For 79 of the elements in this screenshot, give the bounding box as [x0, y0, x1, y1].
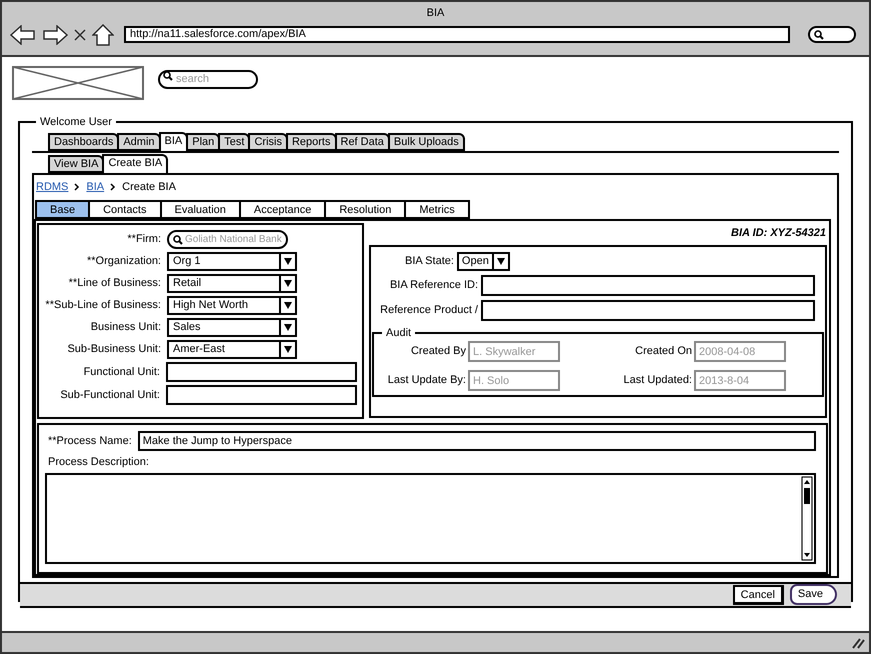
- tab[interactable]: Crisis: [248, 132, 288, 150]
- dropdown[interactable]: High Net Worth: [167, 296, 297, 315]
- tab[interactable]: Admin: [117, 132, 161, 150]
- tab[interactable]: Bulk Uploads: [388, 132, 465, 150]
- save-button[interactable]: Save: [790, 584, 837, 605]
- search-icon: [163, 71, 173, 81]
- tab[interactable]: Test: [218, 132, 250, 150]
- window-title: BIA: [426, 6, 444, 21]
- input-field[interactable]: [481, 274, 815, 296]
- scrollbar-icon: [801, 476, 813, 560]
- field-label: Last Updated:: [624, 373, 692, 388]
- caret-icon: [279, 276, 295, 291]
- dropdown[interactable]: Org 1: [167, 252, 297, 271]
- forward-icon[interactable]: [42, 24, 68, 44]
- address-field[interactable]: http://na11.salesforce.com/apex/BIA: [124, 26, 790, 43]
- resize-grip-icon: [851, 636, 865, 648]
- field-label: **Firm:: [126, 232, 161, 248]
- tab[interactable]: Ref Data: [334, 132, 390, 150]
- group-title: Welcome User: [39, 115, 113, 130]
- input-field: H. Solo: [468, 370, 560, 391]
- field-label: Business Unit:: [90, 320, 161, 336]
- search-icon: [814, 30, 824, 40]
- field-label: **Line of Business:: [68, 276, 161, 292]
- field-label: Created On: [635, 344, 692, 360]
- group-title: Audit: [385, 326, 412, 340]
- input-field: 2008-04-08: [694, 341, 786, 362]
- chevron-icon: [74, 182, 80, 191]
- dropdown[interactable]: Open: [456, 252, 510, 270]
- search-field[interactable]: [808, 26, 856, 43]
- input-field[interactable]: [481, 300, 815, 320]
- breadcrumb-link[interactable]: RDMS: [36, 178, 68, 195]
- field-label: **Sub-Line of Business:: [44, 298, 161, 314]
- field-label: BIA State:: [405, 254, 454, 269]
- tab[interactable]: Base: [35, 200, 90, 219]
- cancel-button[interactable]: Cancel: [732, 584, 784, 604]
- caret-icon: [279, 298, 295, 313]
- breadcrumb-current: Create BIA: [122, 180, 176, 194]
- caret-icon: [492, 254, 508, 268]
- dropdown[interactable]: Retail: [167, 274, 297, 293]
- back-icon[interactable]: [10, 24, 36, 44]
- record-id: BIA ID: XYZ-54321: [731, 226, 826, 241]
- chevron-icon: [110, 182, 116, 191]
- field-label: Sub-Business Unit:: [66, 342, 161, 358]
- search-field[interactable]: Goliath National Bank: [167, 230, 288, 249]
- tab[interactable]: Acceptance: [238, 200, 326, 219]
- field-label: Last Update By:: [388, 373, 466, 388]
- text-area[interactable]: [45, 472, 816, 564]
- field-label: Sub-Functional Unit:: [59, 388, 160, 403]
- field-label: BIA Reference ID:: [388, 278, 478, 293]
- tab[interactable]: Resolution: [324, 200, 406, 219]
- tab[interactable]: Contacts: [88, 200, 162, 219]
- field-label: Functional Unit:: [82, 364, 160, 380]
- search-icon: [173, 234, 183, 244]
- tab[interactable]: Dashboards: [48, 132, 120, 150]
- breadcrumb-link[interactable]: BIA: [86, 178, 104, 195]
- dropdown[interactable]: Amer-East: [167, 340, 297, 359]
- input-field: L. Skywalker: [468, 341, 560, 362]
- field-label: **Process Name:: [48, 434, 132, 449]
- field-label: **Organization:: [86, 254, 161, 270]
- tab[interactable]: View BIA: [48, 154, 104, 172]
- dropdown[interactable]: Sales: [167, 318, 297, 337]
- tab[interactable]: Reports: [286, 132, 336, 150]
- field-label: Reference Product /: [379, 302, 478, 318]
- field-label: Created By: [410, 344, 466, 360]
- tab[interactable]: Evaluation: [160, 200, 241, 219]
- tab[interactable]: Create BIA: [102, 154, 168, 172]
- close-icon[interactable]: [74, 28, 86, 40]
- caret-icon: [279, 254, 295, 269]
- tab[interactable]: Metrics: [404, 200, 470, 219]
- caret-icon: [279, 320, 295, 335]
- caret-icon: [279, 342, 295, 357]
- input-field: 2013-8-04: [694, 370, 786, 391]
- input-field[interactable]: [166, 385, 357, 405]
- tab[interactable]: Plan: [186, 132, 220, 150]
- home-icon[interactable]: [92, 24, 114, 46]
- search-field[interactable]: search: [158, 70, 258, 88]
- input-field[interactable]: [166, 362, 357, 382]
- field-label: Process Description:: [48, 455, 150, 470]
- input-field[interactable]: Make the Jump to Hyperspace: [138, 431, 816, 451]
